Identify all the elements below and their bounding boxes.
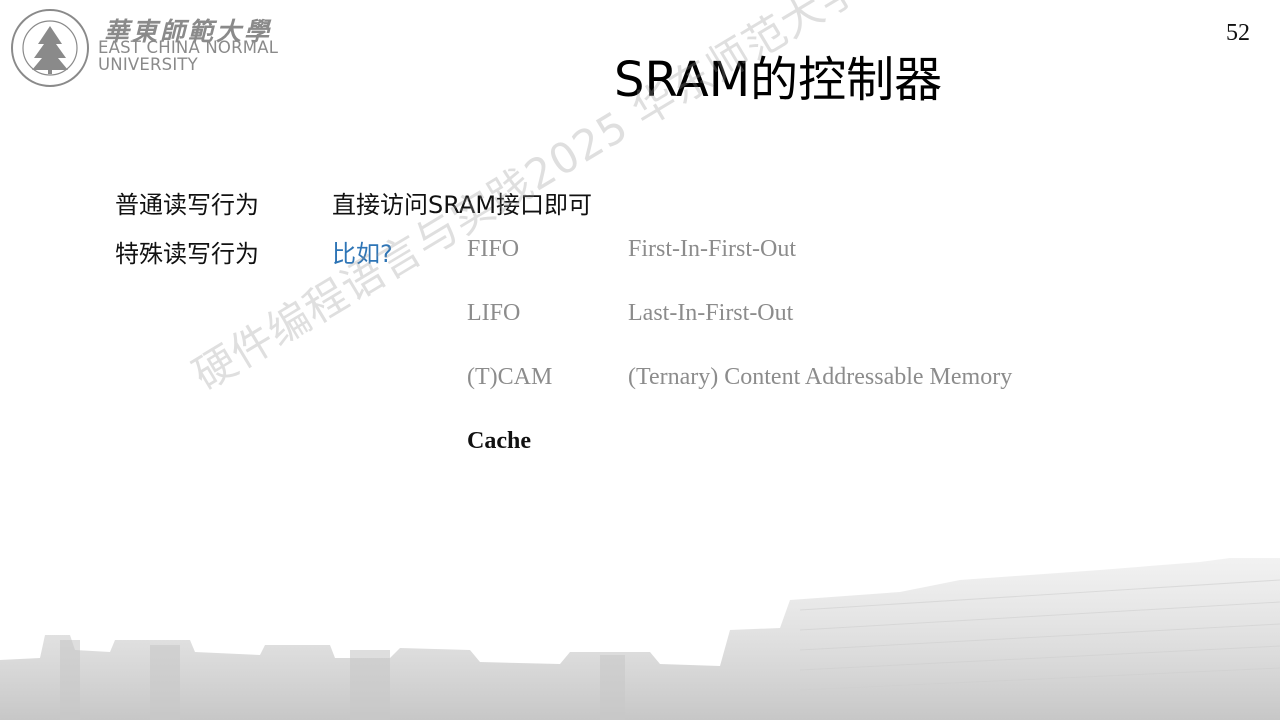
university-name-en-line1: EAST CHINA NORMAL <box>98 38 279 57</box>
slide: 華東師範大學 EAST CHINA NORMAL UNIVERSITY 52 S… <box>0 0 1280 720</box>
campus-background-image <box>0 558 1280 720</box>
example-desc-lifo: Last-In-First-Out <box>628 300 794 326</box>
university-logo: 華東師範大學 EAST CHINA NORMAL UNIVERSITY <box>8 6 298 87</box>
page-number: 52 <box>1226 20 1250 46</box>
university-name-en-line2: UNIVERSITY <box>98 55 198 74</box>
row-label-normal: 普通读写行为 <box>115 191 259 219</box>
row-value-special: 比如? <box>332 240 393 268</box>
row-label-special: 特殊读写行为 <box>115 240 259 268</box>
university-seal-icon <box>11 9 89 87</box>
example-desc-fifo: First-In-First-Out <box>628 236 796 262</box>
university-name-en: EAST CHINA NORMAL UNIVERSITY <box>98 39 278 73</box>
slide-title: SRAM的控制器 <box>614 52 943 108</box>
example-term-cache: Cache <box>467 428 531 454</box>
example-term-tcam: (T)CAM <box>467 364 553 390</box>
row-value-normal: 直接访问SRAM接口即可 <box>332 191 593 219</box>
example-term-lifo: LIFO <box>467 300 521 326</box>
example-desc-tcam: (Ternary) Content Addressable Memory <box>628 364 1013 390</box>
example-term-fifo: FIFO <box>467 236 520 262</box>
